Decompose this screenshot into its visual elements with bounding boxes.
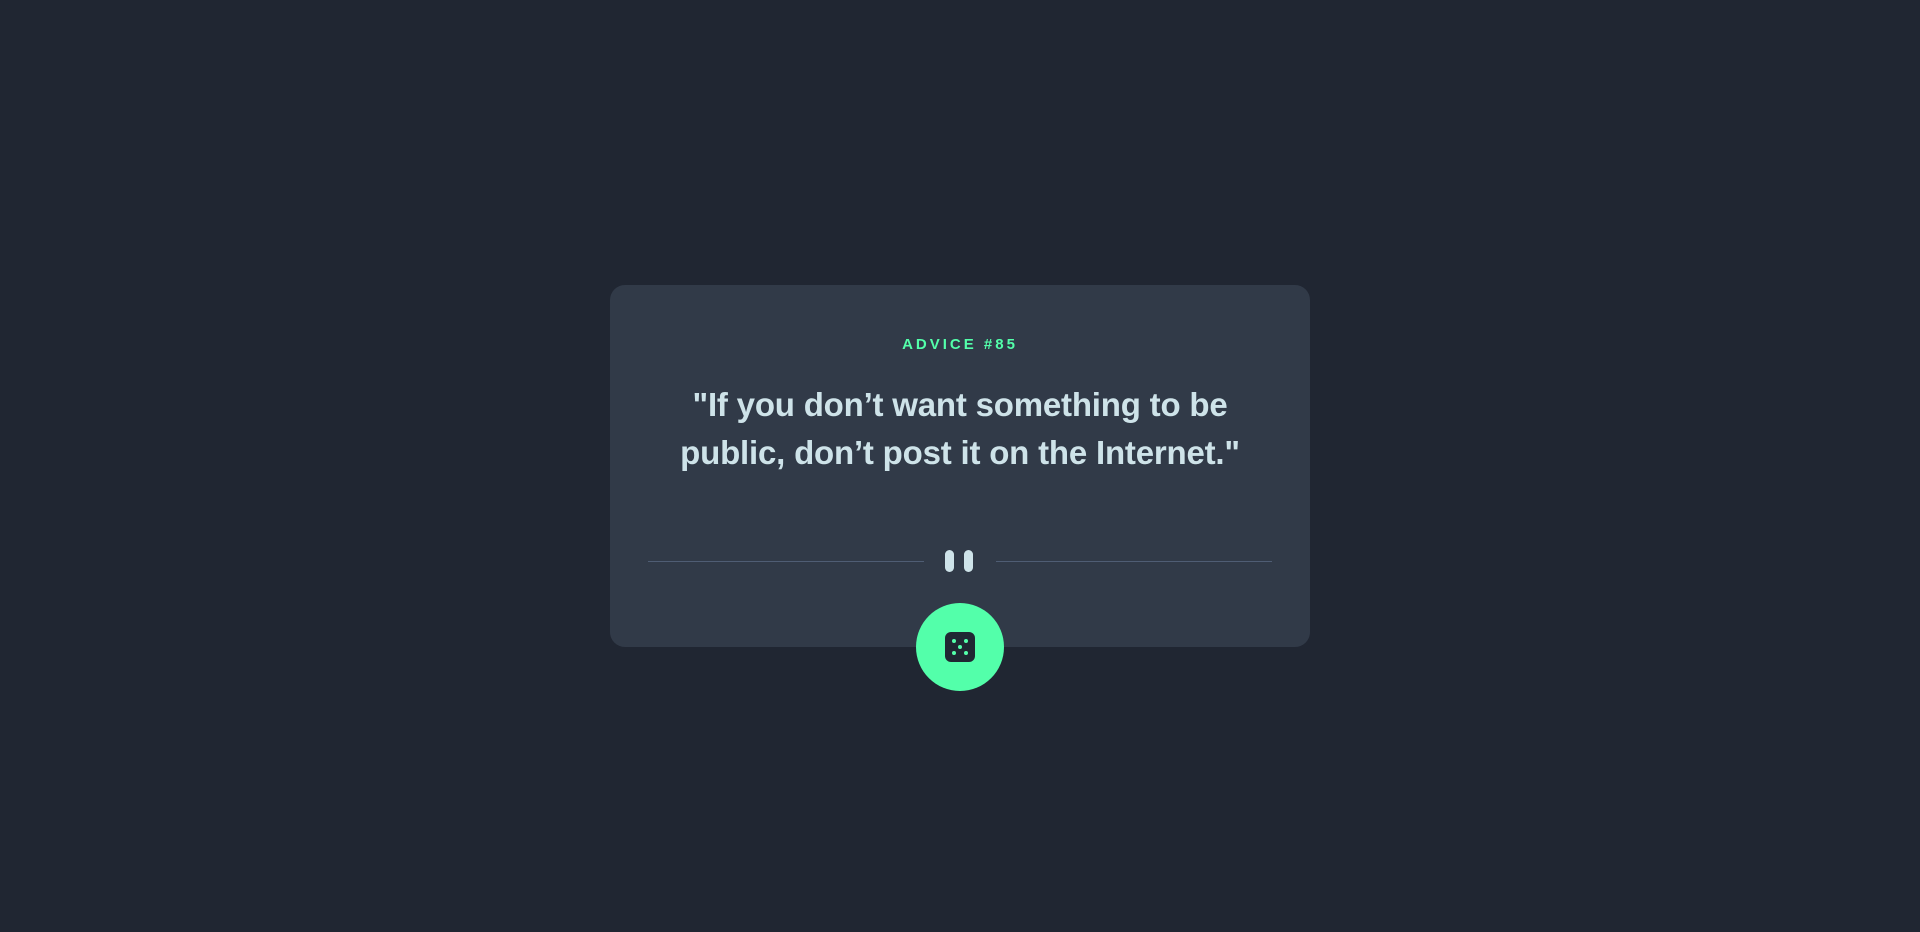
divider-line-right <box>996 561 1272 562</box>
advice-quote: "If you don’t want something to be publi… <box>680 386 1240 471</box>
generate-advice-button[interactable] <box>916 603 1004 691</box>
pause-icon <box>945 550 973 572</box>
divider <box>648 550 1272 572</box>
divider-line-left <box>648 561 924 562</box>
advice-number: ADVICE #85 <box>902 336 1018 353</box>
dice-icon <box>945 632 975 662</box>
page: ADVICE #85 "If you don’t want something … <box>0 0 1920 932</box>
advice-card: ADVICE #85 "If you don’t want something … <box>610 285 1310 647</box>
